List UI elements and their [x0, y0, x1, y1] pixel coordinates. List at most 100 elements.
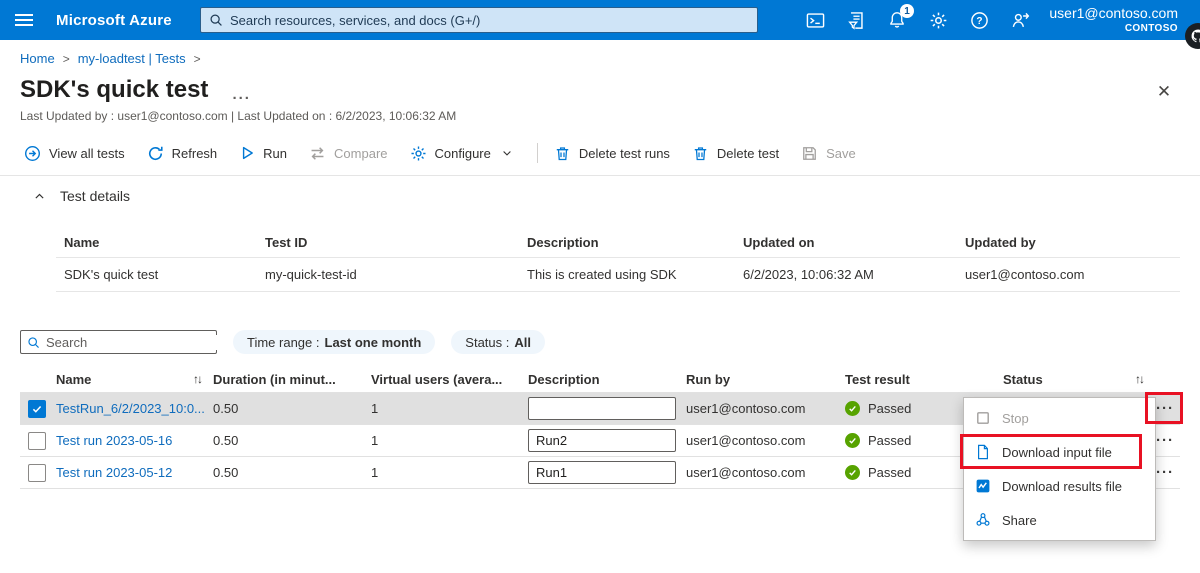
runs-header-row: Name ↑↓ Duration (in minut... Virtual us…: [20, 366, 1180, 393]
title-more-button[interactable]: ...: [232, 79, 251, 102]
compare-icon: [309, 145, 326, 162]
run-name-link[interactable]: TestRun_6/2/2023_10:0...: [56, 401, 205, 416]
row-ellipsis-button[interactable]: ···: [1156, 401, 1174, 416]
configure-dropdown[interactable]: Configure: [410, 145, 513, 162]
updated-by-cell: user1@contoso.com: [957, 267, 1180, 282]
description-input[interactable]: [528, 429, 676, 452]
duration-cell: 0.50: [213, 465, 371, 480]
description-input[interactable]: [528, 461, 676, 484]
account-menu[interactable]: user1@contoso.com CONTOSO: [1049, 5, 1178, 35]
settings-gear-icon[interactable]: [928, 10, 948, 30]
sort-icon[interactable]: ↑↓: [193, 372, 203, 386]
play-icon: [239, 145, 255, 161]
row-ellipsis-button[interactable]: ···: [1156, 433, 1174, 448]
search-icon: [27, 336, 40, 349]
delete-test-runs-button[interactable]: Delete test runs: [554, 145, 670, 162]
status-filter[interactable]: Status : All: [451, 330, 545, 354]
product-title[interactable]: Microsoft Azure: [56, 12, 172, 29]
test-id-cell: my-quick-test-id: [257, 267, 519, 282]
test-details-table: Name Test ID Description Updated on Upda…: [56, 228, 1180, 292]
passed-check-icon: [845, 465, 860, 480]
col-header-updated-on: Updated on: [735, 235, 957, 250]
test-details-label: Test details: [60, 188, 130, 204]
gear-icon: [410, 145, 427, 162]
azure-top-bar: Microsoft Azure 1 ? user1@contoso.com CO…: [0, 0, 1200, 40]
menu-item-download-results-file[interactable]: Download results file: [964, 469, 1155, 503]
chevron-down-icon: [501, 147, 513, 159]
col-header-description[interactable]: Description: [528, 372, 686, 387]
menu-item-download-input-file[interactable]: Download input file: [964, 435, 1155, 469]
menu-item-stop[interactable]: Stop: [964, 401, 1155, 435]
compare-button[interactable]: Compare: [309, 145, 387, 162]
row-checkbox[interactable]: [28, 432, 46, 450]
user-tenant: CONTOSO: [1049, 23, 1178, 36]
filter-bar: Time range : Last one month Status : All: [20, 330, 545, 354]
run-button[interactable]: Run: [239, 145, 287, 161]
test-details-header-row: Name Test ID Description Updated on Upda…: [56, 228, 1180, 258]
directory-filter-icon[interactable]: [846, 10, 866, 30]
test-result-cell: Passed: [868, 465, 911, 480]
row-checkbox[interactable]: [28, 464, 46, 482]
col-header-status[interactable]: Status ↑↓: [1003, 372, 1145, 387]
last-updated-text: Last Updated by : user1@contoso.com | La…: [20, 109, 456, 123]
sort-icon[interactable]: ↑↓: [1135, 372, 1145, 386]
row-checkbox[interactable]: [28, 400, 46, 418]
run-name-link[interactable]: Test run 2023-05-12: [56, 465, 172, 480]
svg-text:?: ?: [976, 16, 982, 27]
test-details-row: SDK's quick test my-quick-test-id This i…: [56, 258, 1180, 292]
file-icon: [975, 444, 991, 460]
global-search-input[interactable]: [230, 13, 749, 28]
hamburger-menu-icon[interactable]: [0, 0, 48, 40]
user-email: user1@contoso.com: [1049, 5, 1178, 23]
chevron-up-icon: [33, 190, 46, 203]
toolbar-separator: [537, 143, 538, 163]
delete-test-button[interactable]: Delete test: [692, 145, 779, 162]
test-name-cell: SDK's quick test: [56, 267, 257, 282]
col-header-test-result[interactable]: Test result: [845, 372, 1003, 387]
col-header-run-by[interactable]: Run by: [686, 372, 845, 387]
breadcrumb-tests[interactable]: my-loadtest | Tests: [78, 51, 186, 66]
page-header: SDK's quick test ...: [20, 76, 251, 104]
breadcrumb-separator: >: [63, 52, 70, 66]
cloud-shell-icon[interactable]: [805, 10, 825, 30]
col-header-updated-by: Updated by: [957, 235, 1180, 250]
runs-search-box[interactable]: [20, 330, 217, 354]
run-by-cell: user1@contoso.com: [686, 465, 845, 480]
time-range-filter[interactable]: Time range : Last one month: [233, 330, 435, 354]
view-all-tests-button[interactable]: View all tests: [24, 145, 125, 162]
duration-cell: 0.50: [213, 433, 371, 448]
updated-on-cell: 6/2/2023, 10:06:32 AM: [735, 267, 957, 282]
section-divider: [0, 175, 1200, 176]
global-search-bar[interactable]: [200, 7, 758, 33]
row-context-menu: Stop Download input file Download result…: [963, 397, 1156, 541]
col-header-name[interactable]: Name ↑↓: [56, 372, 213, 387]
test-description-cell: This is created using SDK: [519, 267, 735, 282]
go-to-icon: [24, 145, 41, 162]
topbar-icon-group: 1 ?: [805, 0, 1030, 40]
row-ellipsis-button[interactable]: ···: [1156, 465, 1174, 480]
col-header-virtual-users[interactable]: Virtual users (avera...: [371, 372, 528, 387]
refresh-button[interactable]: Refresh: [147, 145, 218, 162]
description-input[interactable]: [528, 397, 676, 420]
virtual-users-cell: 1: [371, 401, 528, 416]
run-by-cell: user1@contoso.com: [686, 433, 845, 448]
menu-item-share[interactable]: Share: [964, 503, 1155, 537]
col-header-duration[interactable]: Duration (in minut...: [213, 372, 371, 387]
page-title: SDK's quick test: [20, 76, 208, 104]
runs-search-input[interactable]: [46, 335, 222, 350]
save-button[interactable]: Save: [801, 145, 856, 162]
test-result-cell: Passed: [868, 401, 911, 416]
refresh-icon: [147, 145, 164, 162]
test-details-toggle[interactable]: Test details: [33, 188, 130, 204]
close-icon[interactable]: ✕: [1150, 80, 1178, 104]
help-icon[interactable]: ?: [969, 10, 989, 30]
breadcrumb: Home > my-loadtest | Tests >: [20, 51, 201, 66]
test-result-cell: Passed: [868, 433, 911, 448]
notifications-bell-icon[interactable]: 1: [887, 10, 907, 30]
run-name-link[interactable]: Test run 2023-05-16: [56, 433, 172, 448]
breadcrumb-separator: >: [194, 52, 201, 66]
col-header-description: Description: [519, 235, 735, 250]
github-avatar[interactable]: [1185, 23, 1200, 49]
breadcrumb-home[interactable]: Home: [20, 51, 55, 66]
feedback-icon[interactable]: [1010, 10, 1030, 30]
